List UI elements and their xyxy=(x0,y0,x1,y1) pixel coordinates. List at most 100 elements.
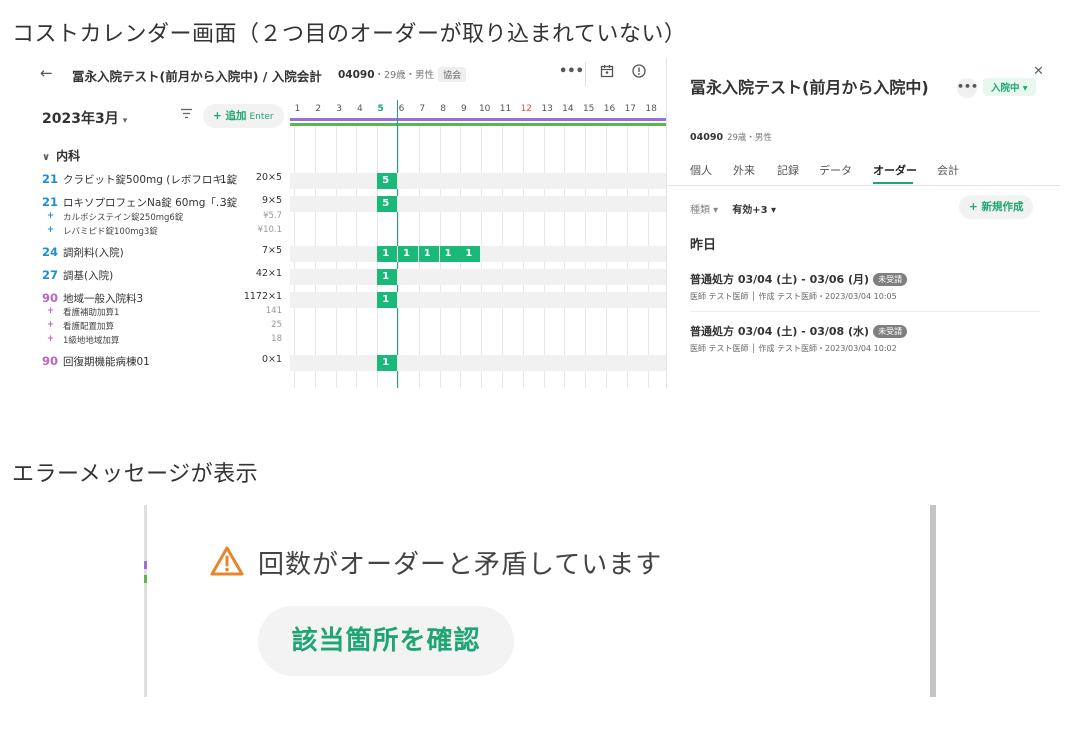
tab-1[interactable]: 外来 xyxy=(733,162,755,178)
caption-error: エラーメッセージが表示 xyxy=(12,462,259,487)
panel-tabs: 個人 外来 記録 データ オーダー 会計 xyxy=(667,158,1060,186)
order-title-text: 普通処方 03/04 (土) - 03/08 (水) xyxy=(690,325,870,338)
month-toolbar: 2023年3月 ▾ + 追加 Enter xyxy=(30,100,290,130)
calendar-day-header: 13 xyxy=(541,104,553,114)
sub-item-value: ¥10.1 xyxy=(257,225,282,235)
order-meta: 医師 テスト医師 │ 作成 テスト医師・2023/03/04 10:05 xyxy=(690,292,897,301)
item-name: 調基(入院) xyxy=(63,270,114,282)
order-row[interactable]: 90 回復期機能病棟01 0×1 xyxy=(30,354,286,370)
calendar-row xyxy=(290,173,666,189)
calendar-day-header: 16 xyxy=(603,104,616,114)
section-label: 内科 xyxy=(56,149,81,163)
filter-icon[interactable] xyxy=(180,108,193,123)
calendar-cell[interactable]: 1 xyxy=(377,355,398,371)
category-code: 90 xyxy=(42,291,59,305)
close-icon[interactable]: ✕ xyxy=(1033,64,1044,79)
chevron-down-icon: ∨ xyxy=(42,152,51,163)
calendar-day-header: 10 xyxy=(478,104,491,114)
item-points: 9×5 xyxy=(261,195,282,206)
category-code: 21 xyxy=(42,195,59,209)
calendar-cell[interactable]: 1 xyxy=(377,269,398,285)
sub-item-row[interactable]: +1級地地域加算 18 xyxy=(30,334,286,346)
calendar-cell[interactable]: 1 xyxy=(398,246,418,262)
sub-item-row[interactable]: + カルボシステイン錠250mg6錠 ¥5.7 xyxy=(30,211,286,223)
section-header[interactable]: ∨ 内科 xyxy=(42,147,80,164)
sub-item-name: 看護補助加算1 xyxy=(63,308,120,318)
period-bar xyxy=(290,123,666,126)
sub-item-name: カルボシステイン錠250mg6錠 xyxy=(63,213,184,223)
admission-bar xyxy=(290,118,666,121)
calendar-day-header: 11 xyxy=(499,104,512,114)
tab-2[interactable]: 記録 xyxy=(777,162,799,178)
today-line xyxy=(397,100,399,388)
filter-value[interactable]: 有効+3 ▾ xyxy=(732,205,776,216)
order-status-badge: 未受請 xyxy=(873,273,908,286)
calendar-cell[interactable]: 1 xyxy=(418,246,439,262)
plus-icon: + xyxy=(47,225,55,235)
sub-item-value: 141 xyxy=(265,306,282,316)
calendar-cell[interactable]: 5 xyxy=(377,196,398,212)
calendar-day-header: 9 xyxy=(461,104,467,114)
calendar-cell[interactable]: 5 xyxy=(377,173,398,189)
item-points: 1172×1 xyxy=(243,291,282,302)
filter-type[interactable]: 種類 ▾ xyxy=(690,205,718,216)
scrollbar[interactable] xyxy=(930,505,936,697)
order-row[interactable]: 21 ロキソプロフェンNa錠 60mg「... 3錠 9×5 xyxy=(30,195,286,211)
calendar-day-header: 4 xyxy=(357,104,363,114)
more-icon[interactable]: ••• xyxy=(957,78,978,98)
order-item[interactable]: 普通処方 03/04 (土) - 03/06 (月) 未受請 医師 テスト医師 │… xyxy=(690,271,1040,302)
calendar-day-header: 18 xyxy=(645,104,657,114)
item-name: クラビット錠500mg (レボフロキ... xyxy=(63,174,233,186)
tab-5[interactable]: 会計 xyxy=(937,162,959,178)
status-badge[interactable]: 入院中 ▾ xyxy=(983,78,1036,96)
sub-item-row[interactable]: + 看護配置加算 25 xyxy=(30,320,286,332)
plus-icon: + xyxy=(47,334,55,344)
item-quantity: 3錠 xyxy=(220,197,238,209)
calendar-cell[interactable]: 1 xyxy=(460,246,481,262)
period-bar-marker xyxy=(144,575,147,583)
order-filter[interactable]: 種類 ▾ 有効+3 ▾ xyxy=(690,201,776,216)
order-row[interactable]: 21 クラビット錠500mg (レボフロキ... 1錠 20×5 xyxy=(30,172,286,188)
tab-0[interactable]: 個人 xyxy=(690,162,712,178)
error-panel: 回数がオーダーと矛盾しています 該当箇所を確認 xyxy=(144,505,936,697)
order-status-badge: 未受請 xyxy=(873,325,908,338)
add-button[interactable]: + 追加 Enter xyxy=(203,104,284,128)
order-item[interactable]: 普通処方 03/04 (土) - 03/08 (水) 未受請 医師 テスト医師 │… xyxy=(690,323,1040,354)
calendar-cell[interactable]: 1 xyxy=(439,246,460,262)
panel-patient-meta: 29歳・男性 xyxy=(727,133,772,143)
order-row[interactable]: 24 調剤料(入院) 7×5 xyxy=(30,245,286,261)
month-selector[interactable]: 2023年3月 ▾ xyxy=(42,108,127,128)
check-location-button[interactable]: 該当箇所を確認 xyxy=(258,606,514,676)
calendar-day-header: 14 xyxy=(562,104,574,114)
order-row[interactable]: 90 地域一般入院料3 1172×1 xyxy=(30,291,286,307)
group-header: 昨日 xyxy=(690,238,717,253)
divider xyxy=(690,311,1040,312)
sub-item-row[interactable]: + 看護補助加算1 141 xyxy=(30,306,286,318)
calendar-row xyxy=(290,355,666,371)
add-label: + 追加 xyxy=(213,110,247,122)
sub-item-name: レバミピド錠100mg3錠 xyxy=(63,227,158,237)
order-title: 普通処方 03/04 (土) - 03/08 (水) 未受請 xyxy=(690,323,1040,339)
calendar-day-header: 17 xyxy=(624,104,637,114)
item-quantity: 1錠 xyxy=(220,174,238,186)
calendar-row xyxy=(290,269,666,285)
plus-icon: + xyxy=(47,306,55,316)
new-order-button[interactable]: + 新規作成 xyxy=(959,195,1034,219)
calendar-day-header: 7 xyxy=(419,104,426,114)
calendar-row xyxy=(290,196,666,212)
error-message: 回数がオーダーと矛盾しています xyxy=(258,550,663,580)
order-row[interactable]: 27 調基(入院) 42×1 xyxy=(30,268,286,284)
back-arrow-icon[interactable]: ← xyxy=(40,64,53,82)
calendar-day-header: 6 xyxy=(398,104,405,114)
calendar-pane: ← 冨永入院テスト(前月から入院中) / 入院会計 04090・29歳・男性 協会… xyxy=(30,58,666,388)
tab-4[interactable]: オーダー xyxy=(873,162,917,178)
tab-3[interactable]: データ xyxy=(819,162,852,178)
sub-item-value: 25 xyxy=(271,320,282,330)
sub-item-row[interactable]: + レバミピド錠100mg3錠 ¥10.1 xyxy=(30,225,286,237)
item-name: ロキソプロフェンNa錠 60mg「... xyxy=(63,197,226,209)
item-name: 地域一般入院料3 xyxy=(63,293,144,305)
item-name: 回復期機能病棟01 xyxy=(63,356,150,368)
item-points: 20×5 xyxy=(255,172,282,183)
calendar-cell[interactable]: 1 xyxy=(377,292,398,308)
calendar-cell[interactable]: 1 xyxy=(377,246,398,262)
